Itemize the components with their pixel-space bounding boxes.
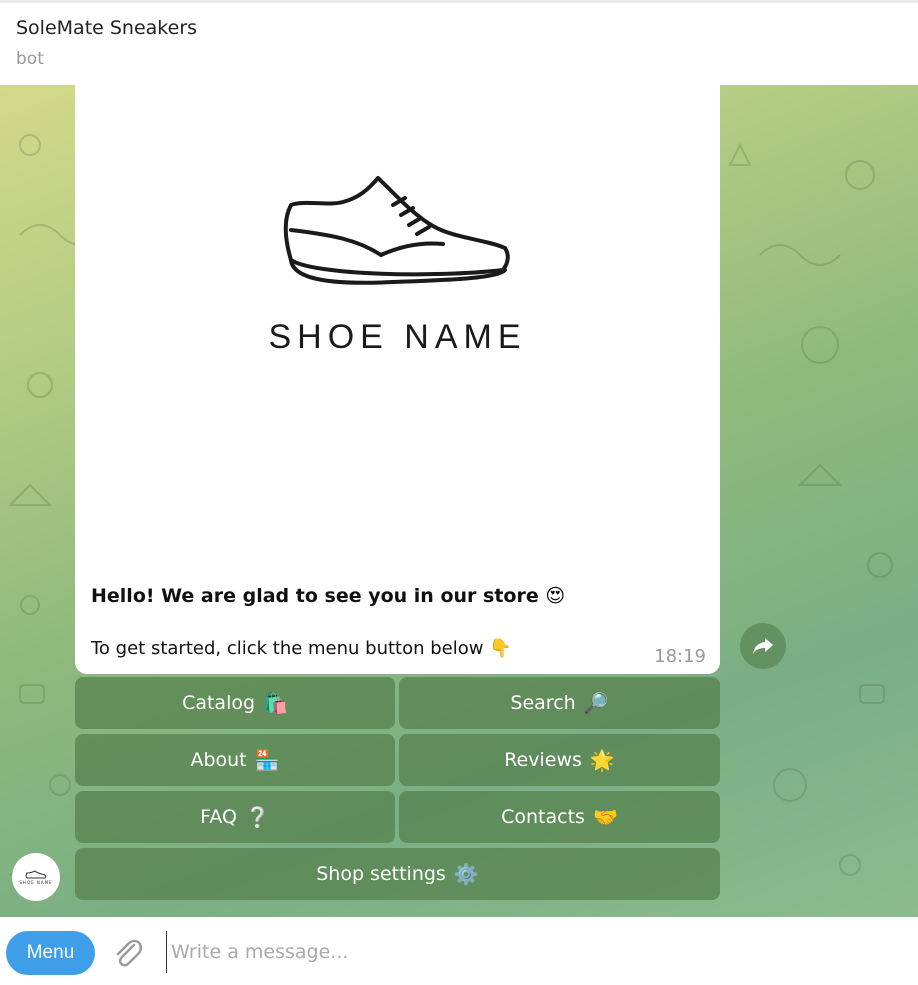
handshake-icon: 🤝 xyxy=(592,805,618,829)
faq-label: FAQ xyxy=(200,806,237,828)
bot-avatar[interactable]: SHOE NAME xyxy=(12,853,60,901)
message-bubble: SHOE NAME Hello! We are glad to see you … xyxy=(75,85,720,674)
shoe-logo-icon xyxy=(75,170,720,304)
catalog-button[interactable]: Catalog 🛍️ xyxy=(75,677,395,729)
avatar-text: SHOE NAME xyxy=(19,879,53,885)
about-button[interactable]: About 🏪 xyxy=(75,734,395,786)
search-button[interactable]: Search 🔎 xyxy=(399,677,720,729)
store-icon: 🏪 xyxy=(254,748,280,772)
message-input[interactable] xyxy=(166,931,873,973)
logo-text: SHOE NAME xyxy=(268,318,527,356)
about-label: About xyxy=(190,749,247,771)
contacts-button[interactable]: Contacts 🤝 xyxy=(399,791,720,843)
greeting-text: Hello! We are glad to see you in our sto… xyxy=(91,585,566,607)
forward-arrow-icon xyxy=(753,638,773,654)
question-icon: ❔ xyxy=(244,805,270,829)
shop-settings-button[interactable]: Shop settings ⚙️ xyxy=(75,848,720,900)
reviews-button[interactable]: Reviews 🌟 xyxy=(399,734,720,786)
star-icon: 🌟 xyxy=(589,748,615,772)
shoe-icon xyxy=(25,869,47,878)
chat-area: SHOE NAME Hello! We are glad to see you … xyxy=(0,85,918,917)
faq-button[interactable]: FAQ ❔ xyxy=(75,791,395,843)
gear-icon: ⚙️ xyxy=(453,862,479,886)
catalog-label: Catalog xyxy=(182,692,256,714)
magnifier-icon: 🔎 xyxy=(583,691,609,715)
menu-button[interactable]: Menu xyxy=(6,931,95,975)
instruction-text: To get started, click the menu button be… xyxy=(91,638,512,659)
search-label: Search xyxy=(510,692,576,714)
shop-settings-label: Shop settings xyxy=(316,863,446,885)
chat-subtitle: bot xyxy=(16,49,44,69)
reviews-label: Reviews xyxy=(504,749,582,771)
chat-header[interactable]: SoleMate Sneakers bot xyxy=(0,3,918,86)
attach-button[interactable] xyxy=(112,935,144,971)
chat-title: SoleMate Sneakers xyxy=(16,17,198,39)
message-time: 18:19 xyxy=(654,646,706,667)
forward-button[interactable] xyxy=(740,623,786,669)
contacts-label: Contacts xyxy=(501,806,585,828)
shopping-bags-icon: 🛍️ xyxy=(263,691,288,715)
paperclip-icon xyxy=(116,939,142,967)
message-composer: Menu xyxy=(0,917,918,985)
